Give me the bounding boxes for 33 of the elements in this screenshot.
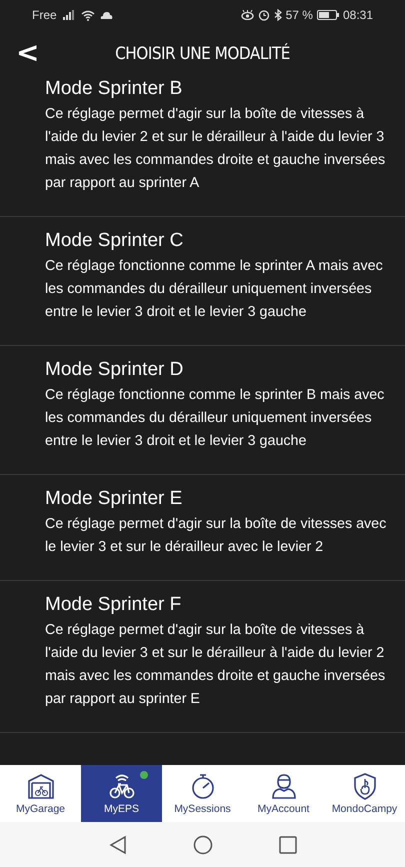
carrier-name: Free — [32, 8, 57, 22]
back-nav-icon[interactable] — [108, 834, 126, 854]
mode-option[interactable]: Mode Sprinter C Ce réglage fonctionne comme le sprinter A mais avec les commandes du dérailleur uniquement inversées entre le levier 3 droit et le levier 3 gauche — [0, 217, 405, 346]
back-button[interactable]: < — [12, 38, 44, 68]
eye-icon — [240, 10, 254, 20]
battery-icon — [316, 10, 339, 20]
bluetooth-icon — [274, 9, 282, 21]
mode-description: Ce réglage permet d'agir sur la boîte de vitesses avec le levier 3 et sur le dérailleur avec le levier 2 — [45, 515, 388, 557]
mode-option[interactable]: Mode Sprinter E Ce réglage permet d'agir sur la boîte de vitesses avec le levier 3 et sur le dérailleur avec le levier 2 — [0, 475, 405, 581]
battery-percent: 57 % — [286, 8, 313, 22]
screen-title: CHOISIR UNE MODALITÉ — [115, 44, 290, 64]
mode-description: Ce réglage fonctionne comme le sprinter B mais avec les commandes du dérailleur uniquement inversées entre le levier 3 droit et le levier 3 gauche — [45, 386, 386, 451]
mode-title: Mode Sprinter C — [45, 230, 184, 252]
mode-description: Ce réglage fonctionne comme le sprinter A mais avec les commandes du dérailleur uniquement inversées entre le levier 3 droit et le levier 3 gauche — [45, 257, 384, 322]
cloud-icon — [100, 11, 113, 19]
mode-description: Ce réglage permet d'agir sur la boîte de vitesses à l'aide du levier 3 et sur le dérailleur à l'aide du levier 2 mais avec les commandes droite et gauche inversées par rapport au sprinter E — [45, 621, 386, 709]
alarm-icon — [258, 9, 270, 21]
signal-icon — [62, 10, 76, 20]
mode-option[interactable]: Mode Sprinter D Ce réglage fonctionne comme le sprinter B mais avec les commandes du dérailleur uniquement inversées entre le levier 3 droit et le levier 3 gauche — [0, 346, 405, 475]
mode-option[interactable] — [0, 78, 405, 217]
tab-button[interactable]: MyEPS — [81, 765, 162, 822]
recents-nav-icon[interactable] — [278, 836, 296, 854]
mode-description: Ce réglage permet d'agir sur la boîte de vitesses à l'aide du levier 2 et sur le dérailleur à l'aide du levier 3 mais avec les commandes droite et gauche inversées par rapport au sprinter A — [45, 105, 386, 193]
mode-title: Mode Sprinter F — [45, 594, 182, 616]
bike-wifi-icon — [108, 772, 136, 800]
garage-icon — [26, 772, 54, 800]
mode-title: Mode Sprinter E — [45, 488, 184, 510]
wifi-icon — [80, 10, 95, 20]
home-nav-icon[interactable] — [192, 834, 212, 854]
person-icon — [270, 772, 298, 800]
mode-title: Mode Sprinter D — [45, 359, 184, 381]
clock-time: 08:31 — [342, 8, 373, 22]
mode-title: Mode Sprinter B — [45, 78, 184, 100]
